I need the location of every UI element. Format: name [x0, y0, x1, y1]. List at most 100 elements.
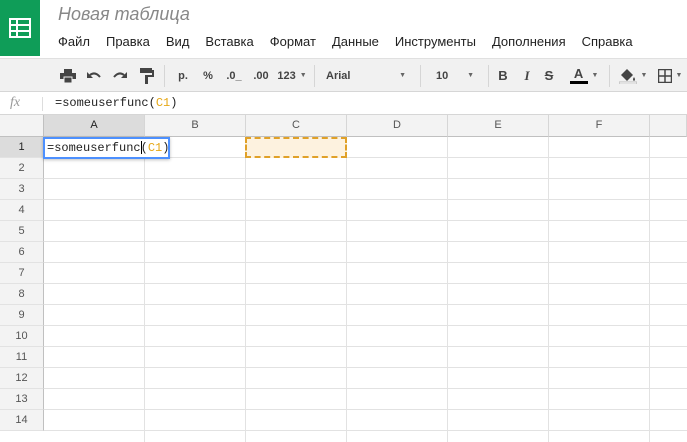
row-header-2[interactable]: 2 — [0, 158, 44, 179]
font-size-dropdown[interactable]: 10 ▼ — [428, 59, 482, 92]
menu-tools[interactable]: Инструменты — [387, 33, 484, 51]
toolbar-divider — [488, 65, 489, 87]
formula-prefix: =someuserfunc( — [55, 96, 156, 110]
row-header-13[interactable]: 13 — [0, 389, 44, 410]
document-title[interactable]: Новая таблица — [58, 4, 190, 25]
menu-insert[interactable]: Вставка — [197, 33, 261, 51]
undo-icon[interactable] — [84, 59, 104, 92]
formula-reference: C1 — [155, 96, 171, 110]
row-gridline — [44, 367, 687, 368]
row-gridline — [44, 262, 687, 263]
menu-file[interactable]: Файл — [50, 33, 98, 51]
font-family-value: Arial — [326, 69, 351, 82]
column-gridline — [346, 137, 347, 442]
more-formats-label: 123 — [277, 69, 296, 82]
menu-help[interactable]: Справка — [574, 33, 641, 51]
text-color-button[interactable]: A ▼ — [565, 59, 603, 92]
bold-button[interactable]: B — [494, 59, 512, 92]
row-header-1[interactable]: 1 — [0, 137, 44, 158]
formula-input[interactable]: =someuserfunc(C1) — [55, 96, 177, 110]
column-gridline — [548, 137, 549, 442]
row-gridline — [44, 220, 687, 221]
chevron-down-icon: ▼ — [591, 72, 599, 79]
column-header-b[interactable]: B — [145, 115, 246, 137]
formula-bar-divider — [42, 97, 43, 111]
cell-formula-paren-open: ( — [140, 141, 148, 155]
referenced-cell-highlight — [245, 137, 347, 158]
cell-formula-paren-close: ) — [162, 141, 170, 155]
column-header-c[interactable]: C — [246, 115, 347, 137]
currency-format-button[interactable]: р. — [173, 59, 193, 92]
font-family-dropdown[interactable]: Arial ▼ — [320, 59, 412, 92]
row-header-4[interactable]: 4 — [0, 200, 44, 221]
toolbar-divider — [609, 65, 610, 87]
spreadsheet-grid[interactable]: ABCDEF 1 2 3 4 5 6 7 8 9 10 11 12 13 14 =someuserfunc… — [0, 115, 687, 442]
row-header-10[interactable]: 10 — [0, 326, 44, 347]
column-gridline — [649, 137, 650, 442]
row-gridline — [44, 199, 687, 200]
row-header-6[interactable]: 6 — [0, 242, 44, 263]
row-gridline — [44, 346, 687, 347]
sheets-logo-icon[interactable] — [0, 0, 40, 56]
toolbar-divider — [420, 65, 421, 87]
percent-format-button[interactable]: % — [199, 59, 217, 92]
menu-data[interactable]: Данные — [324, 33, 387, 51]
column-header-partial[interactable] — [650, 115, 687, 137]
more-formats-dropdown[interactable]: 123 ▼ — [274, 59, 310, 92]
row-gridline — [44, 325, 687, 326]
row-header-12[interactable]: 12 — [0, 368, 44, 389]
formula-suffix: ) — [170, 96, 178, 110]
paint-format-icon[interactable] — [137, 59, 157, 92]
column-header-f[interactable]: F — [549, 115, 650, 137]
row-gridline — [44, 304, 687, 305]
fx-label: fx — [10, 95, 21, 110]
app-header: Новая таблица Файл Правка Вид Вставка Фо… — [0, 0, 687, 58]
menu-edit[interactable]: Правка — [98, 33, 158, 51]
print-icon[interactable] — [58, 59, 78, 92]
row-header-3[interactable]: 3 — [0, 179, 44, 200]
row-gridline — [44, 388, 687, 389]
toolbar-divider — [314, 65, 315, 87]
chevron-down-icon: ▼ — [299, 72, 307, 79]
row-header-8[interactable]: 8 — [0, 284, 44, 305]
text-color-label: A — [569, 67, 588, 84]
row-gridline — [44, 241, 687, 242]
row-gridline — [44, 283, 687, 284]
chevron-down-icon: ▼ — [467, 72, 474, 79]
cell-formula-prefix: =someuserfunc — [47, 141, 141, 155]
fill-color-icon[interactable]: ▼ — [615, 59, 651, 92]
toolbar-divider — [164, 65, 165, 87]
chevron-down-icon: ▼ — [675, 72, 683, 79]
row-header-7[interactable]: 7 — [0, 263, 44, 284]
row-header-11[interactable]: 11 — [0, 347, 44, 368]
menu-addons[interactable]: Дополнения — [484, 33, 574, 51]
select-all-corner[interactable] — [0, 115, 44, 137]
cell-formula-reference: C1 — [147, 141, 163, 155]
italic-button[interactable]: I — [518, 59, 536, 92]
formula-bar: fx =someuserfunc(C1) — [0, 93, 687, 115]
borders-icon[interactable]: ▼ — [653, 59, 687, 92]
menu-format[interactable]: Формат — [262, 33, 324, 51]
row-gridline — [44, 409, 687, 410]
menu-bar: Файл Правка Вид Вставка Формат Данные Ин… — [50, 33, 641, 51]
toolbar: р. % .0_ .00 123 ▼ Arial ▼ 10 ▼ B I S A ▼ ▼ … — [0, 58, 687, 92]
active-cell-editor[interactable]: =someuserfunc(C1) — [43, 137, 170, 159]
column-gridline — [447, 137, 448, 442]
row-gridline — [44, 178, 687, 179]
chevron-down-icon: ▼ — [399, 72, 406, 79]
column-gridline — [245, 137, 246, 442]
column-header-a[interactable]: A — [44, 115, 145, 137]
column-header-e[interactable]: E — [448, 115, 549, 137]
decrease-decimals-button[interactable]: .0_ — [222, 59, 246, 92]
menu-view[interactable]: Вид — [158, 33, 198, 51]
chevron-down-icon: ▼ — [640, 72, 648, 79]
font-size-value: 10 — [436, 69, 449, 82]
row-gridline — [44, 430, 687, 431]
strikethrough-button[interactable]: S — [540, 59, 558, 92]
column-header-d[interactable]: D — [347, 115, 448, 137]
row-header-14[interactable]: 14 — [0, 410, 44, 431]
increase-decimals-button[interactable]: .00 — [250, 59, 272, 92]
row-header-5[interactable]: 5 — [0, 221, 44, 242]
row-header-9[interactable]: 9 — [0, 305, 44, 326]
redo-icon[interactable] — [110, 59, 130, 92]
